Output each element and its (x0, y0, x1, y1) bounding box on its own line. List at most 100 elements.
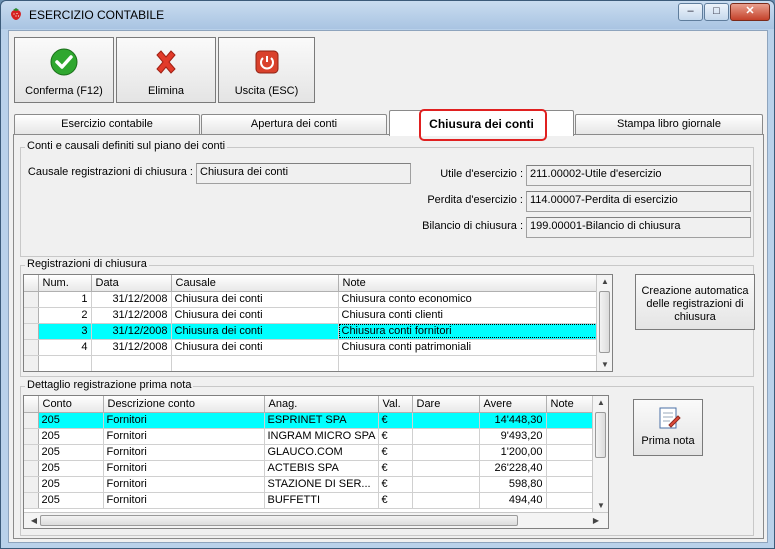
maximize-button[interactable]: □ (704, 3, 729, 21)
cell-note[interactable] (546, 492, 593, 509)
cell-conto[interactable]: 205 (38, 460, 104, 477)
col-causale[interactable]: Causale (171, 275, 339, 292)
table-row[interactable]: 205 Fornitori BUFFETTI € 494,40 (24, 492, 593, 509)
table-row-empty[interactable] (24, 355, 599, 371)
closing-registrations-grid[interactable]: Num. Data Causale Note 1 31/12/2008 Chiu… (23, 274, 613, 372)
cell-anag[interactable]: ACTEBIS SPA (264, 460, 379, 477)
cell-anag[interactable]: STAZIONE DI SER... (264, 476, 379, 493)
cell-dare[interactable] (412, 412, 480, 429)
cell-empty[interactable] (338, 355, 599, 371)
scroll-up-icon[interactable]: ▲ (597, 277, 612, 286)
cell-avere[interactable]: 494,40 (479, 492, 547, 509)
cell-dare[interactable] (412, 460, 480, 477)
cell-descrizione[interactable]: Fornitori (103, 492, 265, 509)
closing-grid-vscrollbar[interactable]: ▲ ▼ (596, 275, 612, 371)
col-data[interactable]: Data (91, 275, 172, 292)
exit-button[interactable]: Uscita (ESC) (218, 37, 315, 103)
detail-grid[interactable]: Conto Descrizione conto Anag. Val. Dare … (23, 395, 609, 529)
cell-anag[interactable]: INGRAM MICRO SPA (264, 428, 379, 445)
cell-anag[interactable]: BUFFETTI (264, 492, 379, 509)
cell-val[interactable]: € (378, 492, 413, 509)
cell-note[interactable]: Chiusura conto economico (338, 291, 599, 308)
cell-descrizione[interactable]: Fornitori (103, 428, 265, 445)
cell-data[interactable]: 31/12/2008 (91, 291, 172, 308)
minimize-button[interactable]: – (678, 3, 703, 21)
cell-avere[interactable]: 598,80 (479, 476, 547, 493)
cell-dare[interactable] (412, 428, 480, 445)
cell-note[interactable] (546, 444, 593, 461)
cell-conto[interactable]: 205 (38, 428, 104, 445)
col-val[interactable]: Val. (378, 396, 413, 413)
cell-data[interactable]: 31/12/2008 (91, 339, 172, 356)
tab-esercizio-contabile[interactable]: Esercizio contabile (14, 114, 200, 134)
col-avere[interactable]: Avere (479, 396, 547, 413)
cell-descrizione[interactable]: Fornitori (103, 444, 265, 461)
cell-note[interactable] (546, 460, 593, 477)
col-num[interactable]: Num. (38, 275, 92, 292)
cell-descrizione[interactable]: Fornitori (103, 476, 265, 493)
title-bar[interactable]: ESERCIZIO CONTABILE – □ ✕ (1, 1, 774, 29)
scroll-down-icon[interactable]: ▼ (597, 360, 612, 369)
cell-note[interactable] (546, 476, 593, 493)
cell-note[interactable]: Chiusura conti patrimoniali (338, 339, 599, 356)
tab-apertura-conti[interactable]: Apertura dei conti (201, 114, 387, 134)
scroll-down-icon[interactable]: ▼ (593, 501, 608, 510)
table-row[interactable]: 2 31/12/2008 Chiusura dei conti Chiusura… (24, 307, 599, 324)
cell-note[interactable]: Chiusura conti fornitori (338, 323, 599, 340)
cell-descrizione[interactable]: Fornitori (103, 412, 265, 429)
col-note[interactable]: Note (338, 275, 599, 292)
cell-conto[interactable]: 205 (38, 476, 104, 493)
table-row[interactable]: 205 Fornitori STAZIONE DI SER... € 598,8… (24, 476, 593, 493)
scroll-thumb-h[interactable] (40, 515, 518, 526)
cell-num[interactable]: 3 (38, 323, 92, 340)
cell-conto[interactable]: 205 (38, 412, 104, 429)
scroll-thumb[interactable] (595, 412, 606, 458)
cell-avere[interactable]: 9'493,20 (479, 428, 547, 445)
cell-val[interactable]: € (378, 412, 413, 429)
table-row-selected[interactable]: 205 Fornitori ESPRINET SPA € 14'448,30 (24, 412, 593, 429)
table-row[interactable]: 205 Fornitori INGRAM MICRO SPA € 9'493,2… (24, 428, 593, 445)
cell-data[interactable]: 31/12/2008 (91, 323, 172, 340)
table-row[interactable]: 205 Fornitori GLAUCO.COM € 1'200,00 (24, 444, 593, 461)
col-anag[interactable]: Anag. (264, 396, 379, 413)
cell-anag[interactable]: GLAUCO.COM (264, 444, 379, 461)
cell-anag[interactable]: ESPRINET SPA (264, 412, 379, 429)
col-conto[interactable]: Conto (38, 396, 104, 413)
cell-avere[interactable]: 14'448,30 (479, 412, 547, 429)
cell-val[interactable]: € (378, 460, 413, 477)
cell-val[interactable]: € (378, 444, 413, 461)
cell-causale[interactable]: Chiusura dei conti (171, 307, 339, 324)
delete-button[interactable]: Elimina (116, 37, 216, 103)
cell-data[interactable]: 31/12/2008 (91, 307, 172, 324)
cell-causale[interactable]: Chiusura dei conti (171, 323, 339, 340)
cell-causale[interactable]: Chiusura dei conti (171, 291, 339, 308)
scroll-thumb[interactable] (599, 291, 610, 353)
scroll-right-icon[interactable]: ▶ (588, 516, 604, 525)
cell-note[interactable]: Chiusura conti clienti (338, 307, 599, 324)
col-dare[interactable]: Dare (412, 396, 480, 413)
cell-avere[interactable]: 26'228,40 (479, 460, 547, 477)
cell-empty[interactable] (38, 355, 92, 371)
tab-stampa-libro-giornale[interactable]: Stampa libro giornale (575, 114, 763, 134)
table-row-selected[interactable]: 3 31/12/2008 Chiusura dei conti Chiusura… (24, 323, 599, 340)
cell-note[interactable] (546, 412, 593, 429)
prima-nota-button[interactable]: Prima nota (633, 399, 703, 456)
confirm-button[interactable]: Conferma (F12) (14, 37, 114, 103)
cell-note[interactable] (546, 428, 593, 445)
cell-val[interactable]: € (378, 476, 413, 493)
cell-num[interactable]: 2 (38, 307, 92, 324)
auto-create-button[interactable]: Creazione automatica delle registrazioni… (635, 274, 755, 330)
cell-val[interactable]: € (378, 428, 413, 445)
cell-causale[interactable]: Chiusura dei conti (171, 339, 339, 356)
cell-avere[interactable]: 1'200,00 (479, 444, 547, 461)
cell-dare[interactable] (412, 444, 480, 461)
col-note[interactable]: Note (546, 396, 593, 413)
cell-conto[interactable]: 205 (38, 492, 104, 509)
table-row[interactable]: 1 31/12/2008 Chiusura dei conti Chiusura… (24, 291, 599, 308)
table-row[interactable]: 205 Fornitori ACTEBIS SPA € 26'228,40 (24, 460, 593, 477)
cell-conto[interactable]: 205 (38, 444, 104, 461)
detail-grid-vscrollbar[interactable]: ▲ ▼ (592, 396, 608, 512)
table-row[interactable]: 4 31/12/2008 Chiusura dei conti Chiusura… (24, 339, 599, 356)
detail-grid-hscrollbar[interactable]: ◀ ▶ (24, 512, 608, 528)
cell-empty[interactable] (91, 355, 172, 371)
